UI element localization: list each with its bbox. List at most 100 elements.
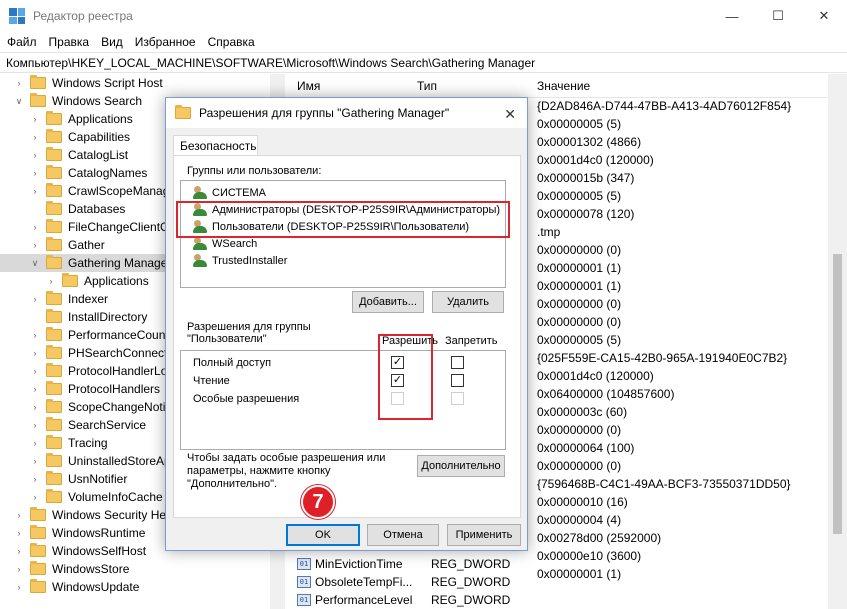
value-cell[interactable]: 0x00000005 (5) — [537, 117, 621, 131]
value-cell[interactable]: 0x00001302 (4866) — [537, 135, 641, 149]
chevron-right-icon[interactable]: › — [30, 456, 40, 466]
menu-view[interactable]: Вид — [95, 35, 129, 49]
chevron-right-icon[interactable]: › — [30, 294, 40, 304]
chevron-right-icon[interactable]: › — [30, 348, 40, 358]
value-cell[interactable]: 0x00000000 (0) — [537, 423, 621, 437]
deny-header: Запретить — [445, 335, 498, 347]
value-cell[interactable]: 0x00000064 (100) — [537, 441, 634, 455]
value-name: MinEvictionTime — [315, 557, 403, 571]
chevron-right-icon[interactable]: › — [30, 420, 40, 430]
menu-help[interactable]: Справка — [202, 35, 261, 49]
chevron-right-icon — [30, 312, 40, 322]
table-row[interactable]: 01 PerformanceLevel REG_DWORD — [297, 591, 510, 609]
list-scrollbar[interactable] — [828, 74, 847, 609]
value-cell[interactable]: 0x00000005 (5) — [537, 189, 621, 203]
dialog-close-icon[interactable]: ✕ — [504, 106, 516, 123]
tree-item-label: WindowsRuntime — [52, 526, 146, 540]
value-cell[interactable]: 0x00000001 (1) — [537, 567, 621, 581]
chevron-right-icon[interactable]: › — [30, 186, 40, 196]
chevron-right-icon[interactable]: › — [30, 492, 40, 502]
minimize-button[interactable]: — — [709, 0, 755, 32]
value-cell[interactable]: .tmp — [537, 225, 560, 239]
close-button[interactable]: ✕ — [801, 0, 847, 32]
menu-favorites[interactable]: Избранное — [129, 35, 202, 49]
folder-icon — [46, 219, 62, 233]
maximize-button[interactable]: ☐ — [755, 0, 801, 32]
cancel-button[interactable]: Отмена — [367, 524, 439, 546]
chevron-right-icon[interactable]: › — [30, 168, 40, 178]
chevron-down-icon[interactable]: ∨ — [14, 96, 24, 106]
folder-icon — [62, 273, 78, 287]
chevron-right-icon[interactable]: › — [46, 276, 56, 286]
value-cell[interactable]: 0x0001d4c0 (120000) — [537, 153, 654, 167]
column-value[interactable]: Значение — [537, 79, 590, 93]
chevron-right-icon[interactable]: › — [30, 150, 40, 160]
tree-item-label: UsnNotifier — [68, 472, 128, 486]
value-cell[interactable]: 0x0000015b (347) — [537, 171, 634, 185]
menu-edit[interactable]: Правка — [43, 35, 96, 49]
chevron-right-icon[interactable]: › — [30, 402, 40, 412]
chevron-right-icon[interactable]: › — [14, 510, 24, 520]
chevron-right-icon[interactable]: › — [30, 474, 40, 484]
user-system[interactable]: СИСТЕМА — [193, 184, 266, 201]
value-cell[interactable]: 0x00000005 (5) — [537, 333, 621, 347]
value-cell[interactable]: {025F559E-CA15-42B0-965A-191940E0C7B2} — [537, 351, 787, 365]
menu-file[interactable]: Файл — [1, 35, 43, 49]
value-cell[interactable]: {7596468B-C4C1-49AA-BCF3-73550371DD50} — [537, 477, 791, 491]
full-access-deny-checkbox[interactable] — [451, 356, 464, 369]
value-cell[interactable]: {D2AD846A-D744-47BB-A413-4AD76012F854} — [537, 99, 791, 113]
chevron-right-icon[interactable]: › — [30, 114, 40, 124]
chevron-right-icon[interactable]: › — [30, 222, 40, 232]
chevron-right-icon[interactable]: › — [30, 240, 40, 250]
chevron-right-icon[interactable]: › — [30, 384, 40, 394]
value-cell[interactable]: 0x00278d00 (2592000) — [537, 531, 661, 545]
add-button[interactable]: Добавить... — [352, 291, 424, 313]
apply-button[interactable]: Применить — [447, 524, 521, 546]
chevron-right-icon[interactable]: › — [14, 546, 24, 556]
chevron-right-icon[interactable]: › — [30, 366, 40, 376]
tree-item[interactable]: › WindowsStore — [0, 560, 270, 578]
value-cell[interactable]: 0x00000078 (120) — [537, 207, 634, 221]
chevron-down-icon[interactable]: ∨ — [30, 258, 40, 268]
folder-icon — [30, 507, 46, 521]
table-row[interactable]: 01 ObsoleteTempFi... REG_DWORD — [297, 573, 510, 591]
value-cell[interactable]: 0x00000004 (4) — [537, 513, 621, 527]
ok-button[interactable]: OK — [286, 524, 360, 546]
value-cell[interactable]: 0x0000003c (60) — [537, 405, 627, 419]
users-icon — [193, 254, 209, 267]
chevron-right-icon[interactable]: › — [14, 528, 24, 538]
list-scroll-thumb[interactable] — [833, 254, 842, 534]
value-cell[interactable]: 0x0001d4c0 (120000) — [537, 369, 654, 383]
user-trustedinstaller[interactable]: TrustedInstaller — [193, 252, 287, 269]
folder-icon — [30, 561, 46, 575]
special-deny-checkbox — [451, 392, 464, 405]
chevron-right-icon[interactable]: › — [30, 330, 40, 340]
column-name[interactable]: Имя — [297, 79, 320, 93]
value-cell[interactable]: 0x06400000 (104857600) — [537, 387, 674, 401]
value-cell[interactable]: 0x00000001 (1) — [537, 261, 621, 275]
tree-item-label: Databases — [68, 202, 126, 216]
advanced-hint-line3: "Дополнительно". — [187, 478, 278, 490]
remove-button[interactable]: Удалить — [432, 291, 504, 313]
chevron-right-icon[interactable]: › — [14, 564, 24, 574]
read-deny-checkbox[interactable] — [451, 374, 464, 387]
value-cell[interactable]: 0x00000000 (0) — [537, 243, 621, 257]
value-cell[interactable]: 0x00000e10 (3600) — [537, 549, 641, 563]
tab-security[interactable]: Безопасность — [173, 135, 258, 156]
value-cell[interactable]: 0x00000001 (1) — [537, 279, 621, 293]
chevron-right-icon[interactable]: › — [14, 582, 24, 592]
advanced-button[interactable]: Дополнительно — [417, 455, 505, 477]
value-cell[interactable]: 0x00000000 (0) — [537, 297, 621, 311]
address-bar[interactable]: Компьютер\HKEY_LOCAL_MACHINE\SOFTWARE\Mi… — [0, 52, 847, 73]
chevron-right-icon[interactable]: › — [14, 78, 24, 88]
value-cell[interactable]: 0x00000000 (0) — [537, 315, 621, 329]
value-cell[interactable]: 0x00000000 (0) — [537, 459, 621, 473]
table-row[interactable]: 01 MinEvictionTime REG_DWORD — [297, 555, 510, 573]
column-type[interactable]: Тип — [417, 79, 437, 93]
value-cell[interactable]: 0x00000010 (16) — [537, 495, 628, 509]
tree-item[interactable]: › WindowsUpdate — [0, 578, 270, 596]
tree-item[interactable]: › Windows Script Host — [0, 74, 270, 92]
tree-item-label: PerformanceCount — [68, 328, 169, 342]
chevron-right-icon[interactable]: › — [30, 438, 40, 448]
chevron-right-icon[interactable]: › — [30, 132, 40, 142]
